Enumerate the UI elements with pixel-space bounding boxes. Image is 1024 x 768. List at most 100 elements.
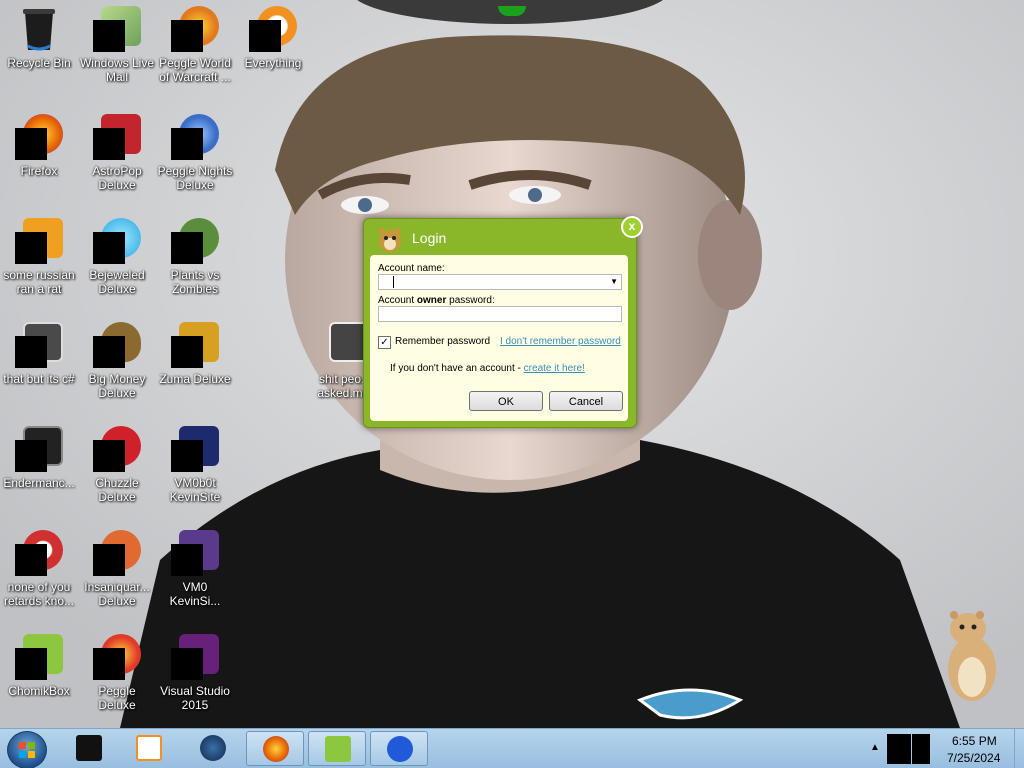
tray-icon-1[interactable] — [887, 734, 911, 764]
clock-time[interactable]: 6:55 PM — [952, 734, 997, 748]
close-button[interactable]: x — [621, 216, 643, 238]
desktop-icon-chuzzle[interactable]: Chuzzle Deluxe — [78, 420, 156, 520]
desktop-icon-big-money[interactable]: Big Money Deluxe — [78, 316, 156, 416]
ok-button[interactable]: OK — [469, 391, 543, 411]
hamster-widget-icon[interactable] — [940, 607, 1004, 707]
start-button[interactable] — [7, 731, 47, 768]
taskbar-item-app-3[interactable] — [184, 731, 242, 766]
desktop-icon-firefox[interactable]: Firefox — [0, 108, 78, 208]
account-name-label: Account name: — [378, 263, 445, 274]
desktop-icon-peggle-nights[interactable]: Peggle Nights Deluxe — [156, 108, 234, 208]
login-form: Account name: ▼ Account owner password: … — [370, 255, 628, 421]
globe-icon — [200, 735, 226, 761]
password-label-prefix: Account — [378, 295, 417, 306]
desktop-icon-label: some russian ran a rat — [3, 268, 75, 296]
password-field[interactable] — [378, 306, 622, 322]
password-label-suffix: password: — [446, 295, 495, 306]
peggle-wow-icon — [171, 6, 219, 52]
login-dialog: Login x Account name: ▼ Account owner pa… — [363, 216, 643, 428]
desktop-icon-label: AstroPop Deluxe — [92, 164, 142, 192]
desktop-icon-none-of-you[interactable]: none of you retards kno... — [0, 524, 78, 624]
malwarebytes-icon — [387, 736, 413, 762]
dialog-title: Login — [412, 230, 447, 246]
peggle-nights-icon — [171, 114, 219, 160]
taskbar-item-firefox[interactable] — [246, 731, 304, 766]
recycle-bin-icon — [15, 6, 63, 52]
desktop-icon-rat[interactable]: some russian ran a rat — [0, 212, 78, 312]
password-label-bold: owner — [416, 295, 447, 306]
desktop-icon-label: that but its c# — [3, 372, 75, 386]
peggle-deluxe-icon — [93, 634, 141, 680]
visual-studio-icon — [171, 634, 219, 680]
text-caret — [393, 276, 394, 288]
desktop-icon-label: Firefox — [20, 164, 58, 178]
desktop-icon-label: Visual Studio 2015 — [160, 684, 230, 712]
show-desktop-button[interactable] — [1014, 729, 1024, 768]
taskbar: ▲ 6:55 PM 7/25/2024 — [0, 728, 1024, 768]
create-account-link[interactable]: create it here! — [524, 363, 585, 374]
desktop-icon-chomikbox[interactable]: ChomikBox — [0, 628, 78, 728]
clock-date[interactable]: 7/25/2024 — [947, 751, 1000, 765]
tray-icon-2[interactable] — [912, 734, 930, 764]
desktop: Recycle Bin Firefox some russian ran a r… — [0, 0, 1024, 768]
desktop-icon-label: Bejeweled Deluxe — [89, 268, 145, 296]
desktop-icon-label: none of you retards kno... — [3, 580, 75, 608]
shortcut-icon — [15, 322, 63, 368]
desktop-icon-zuma[interactable]: Zuma Deluxe — [156, 316, 234, 416]
desktop-icon-recycle-bin[interactable]: Recycle Bin — [0, 0, 78, 100]
desktop-icon-that-but-its-csharp[interactable]: that but its c# — [0, 316, 78, 416]
vm-icon — [171, 426, 219, 472]
account-name-combobox[interactable]: ▼ — [378, 274, 622, 290]
media-player-icon — [136, 735, 162, 761]
desktop-icon-peggle-deluxe[interactable]: Peggle Deluxe — [78, 628, 156, 728]
desktop-icon-label: Peggle Nights Deluxe — [157, 164, 233, 192]
desktop-icon-label: Insaniquar... Deluxe — [84, 580, 150, 608]
desktop-icon-vm0b0t-kevinsite[interactable]: VM0b0t KevinSite — [156, 420, 234, 520]
password-label: Account owner password: — [378, 295, 495, 306]
chomikbox-logo-icon — [376, 225, 404, 253]
plants-vs-zombies-icon — [171, 218, 219, 264]
enderman-icon — [15, 426, 63, 472]
file-icon — [321, 322, 369, 368]
everything-icon — [249, 6, 297, 52]
firefox-icon — [263, 736, 289, 762]
taskbar-item-media-player[interactable] — [120, 731, 178, 766]
windows-live-mail-icon — [93, 6, 141, 52]
desktop-icon-plants-vs-zombies[interactable]: Plants vs Zombies — [156, 212, 234, 312]
cancel-button[interactable]: Cancel — [549, 391, 623, 411]
insaniquarium-icon — [93, 530, 141, 576]
desktop-icon-astropop[interactable]: AstroPop Deluxe — [78, 108, 156, 208]
vm-icon-2 — [171, 530, 219, 576]
desktop-icon-endermanc[interactable]: Endermanc... — [0, 420, 78, 520]
app-icon — [15, 530, 63, 576]
desktop-icon-label: Plants vs Zombies — [170, 268, 220, 296]
show-hidden-icons-button[interactable]: ▲ — [870, 742, 880, 753]
desktop-icon-label: VM0 KevinSi... — [169, 580, 221, 608]
big-money-icon — [93, 322, 141, 368]
desktop-icon-insaniquarium[interactable]: Insaniquar... Deluxe — [78, 524, 156, 624]
taskbar-item-app-1[interactable] — [60, 731, 118, 766]
signup-text: If you don't have an account - — [390, 363, 524, 374]
desktop-icon-label: VM0b0t KevinSite — [169, 476, 221, 504]
chevron-down-icon[interactable]: ▼ — [610, 275, 618, 289]
desktop-icon-label: Zuma Deluxe — [159, 372, 231, 386]
desktop-icon-label: Endermanc... — [3, 476, 75, 490]
remember-password-checkbox[interactable]: ✓ — [378, 336, 391, 349]
desktop-icon-visual-studio[interactable]: Visual Studio 2015 — [156, 628, 234, 728]
desktop-icon-label: Big Money Deluxe — [88, 372, 146, 400]
desktop-icon-label: Peggle World of Warcraft ... — [159, 56, 231, 84]
desktop-icon-everything[interactable]: Everything — [234, 0, 312, 100]
desktop-icon-windows-live-mail[interactable]: Windows Live Mail — [78, 0, 156, 100]
desktop-icon-vm0-kevinsite[interactable]: VM0 KevinSi... — [156, 524, 234, 624]
desktop-icon-label: ChomikBox — [8, 684, 70, 698]
taskbar-item-malwarebytes[interactable] — [370, 731, 428, 766]
firefox-icon — [15, 114, 63, 160]
desktop-icon-peggle-wow[interactable]: Peggle World of Warcraft ... — [156, 0, 234, 100]
bejeweled-icon — [93, 218, 141, 264]
taskbar-item-chomikbox[interactable] — [308, 731, 366, 766]
chuzzle-icon — [93, 426, 141, 472]
forgot-password-link[interactable]: I don't remember password — [500, 336, 621, 347]
astropop-icon — [93, 114, 141, 160]
desktop-icon-bejeweled[interactable]: Bejeweled Deluxe — [78, 212, 156, 312]
desktop-icon-label: Peggle Deluxe — [98, 684, 136, 712]
